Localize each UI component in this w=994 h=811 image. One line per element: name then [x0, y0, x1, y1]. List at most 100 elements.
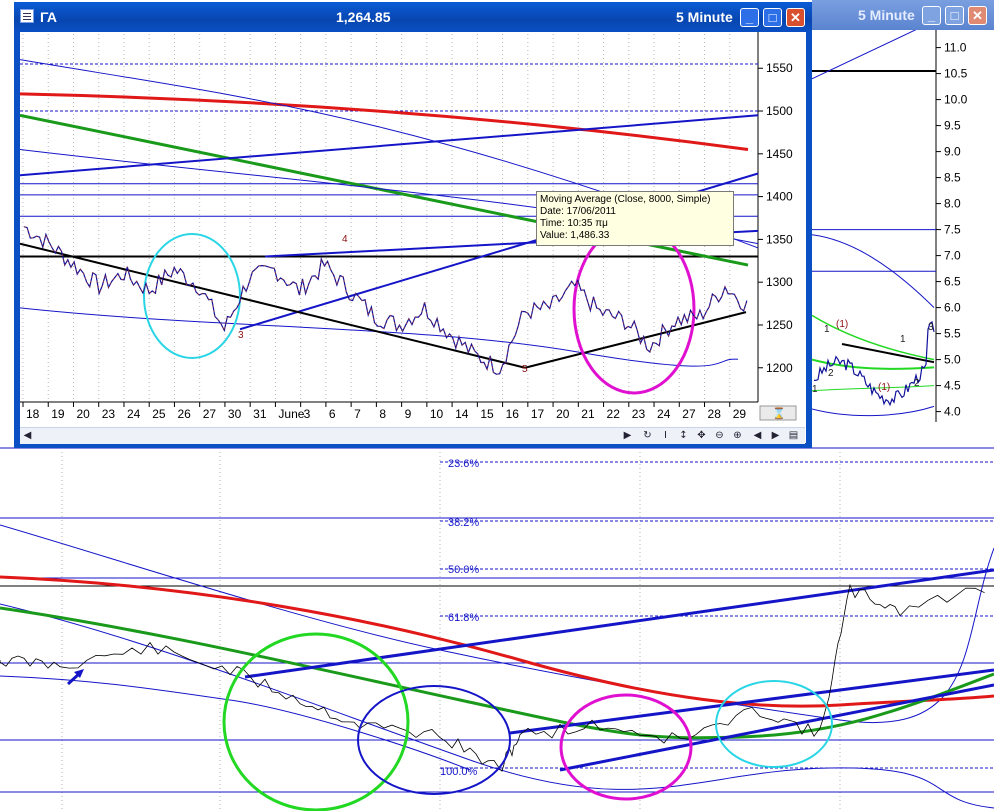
x-tick-label: 23	[102, 407, 116, 421]
chart-scrollbar[interactable]: ◀ ▶ ↻ I ↕ ✥ ⊖ ⊕ ◀ ▶ ▤	[20, 427, 805, 444]
hourglass-icon: ⌛	[772, 407, 786, 420]
fib-label-50-0: 50.0%	[448, 564, 479, 576]
y-tick-label: 1350	[766, 232, 793, 246]
side-wave-label: 1	[900, 334, 906, 345]
fib-label-23-6: 23.6%	[448, 458, 479, 470]
side-y-tick-label: 6.5	[944, 275, 961, 289]
side-wave-label: (1)	[836, 319, 848, 330]
x-tick-label: 10	[430, 407, 444, 421]
secondary-window-interval: 5 Minute	[858, 7, 915, 23]
red-moving-average	[20, 92, 749, 152]
cyan-ellipse	[143, 233, 241, 359]
x-tick-label: 24	[127, 407, 141, 421]
x-tick-label: 15	[480, 407, 494, 421]
secondary-chart-window[interactable]: 5 Minute _ □ ✕ 11.0 10.5 10.0 9.5 9.0 8.5 8.0 7…	[812, 0, 994, 430]
tooltip-line-date: Date: 17/06/2011	[540, 206, 616, 217]
side-wave-label: 2	[828, 368, 834, 379]
blue-trendline	[20, 114, 759, 177]
secondary-window-titlebar[interactable]: 5 Minute _ □ ✕	[812, 0, 994, 30]
x-tick-label: 26	[177, 407, 191, 421]
side-y-tick-label: 10.5	[944, 67, 968, 81]
x-tick-label: 21	[581, 407, 595, 421]
side-y-tick-label: 8.0	[944, 197, 961, 211]
secondary-chart-svg: 11.0 10.5 10.0 9.5 9.0 8.5 8.0 7.5 7.0 6.5 6.0 5.5 5…	[812, 30, 968, 422]
side-y-tick-label: 10.0	[944, 93, 968, 107]
x-tick-label: 19	[51, 407, 65, 421]
side-y-tick-label: 11.0	[944, 41, 967, 55]
move-vertical-icon[interactable]: ↕	[676, 429, 691, 442]
wave-label: 3	[238, 330, 244, 341]
x-tick-label: 27	[203, 407, 217, 421]
window-frame-right	[806, 32, 812, 448]
x-tick-label: 3	[304, 407, 311, 421]
wave-label: 5	[522, 364, 528, 375]
maximize-button[interactable]: □	[763, 8, 782, 27]
scroll-left-icon[interactable]: ◀	[20, 429, 35, 442]
x-tick-label: 28	[708, 407, 722, 421]
y-tick-label: 1250	[766, 318, 793, 332]
x-tick-label: 20	[556, 407, 570, 421]
x-tick-label: 14	[455, 407, 469, 421]
magenta-ellipse	[572, 223, 696, 395]
secondary-chart-lines	[812, 30, 935, 417]
tooltip-line-value: Value: 1,486.33	[540, 230, 610, 241]
close-button[interactable]: ✕	[786, 8, 805, 27]
side-wave-label: (1)	[878, 382, 890, 393]
tooltip-line-time: Time: 10:35 πμ	[540, 218, 608, 229]
side-green-line	[812, 314, 935, 361]
scroll-next-icon[interactable]: ▶	[768, 429, 783, 442]
side-black-trendline	[841, 343, 935, 364]
main-x-axis: 18 19 20 23 24 25 26 27 30 31 June 3 6 7 8 9 10 14 15 16 17 2…	[20, 401, 806, 427]
black-trendline	[20, 242, 526, 369]
scroll-prev-icon[interactable]: ◀	[750, 429, 765, 442]
tooltip-line-indicator: Moving Average (Close, 8000, Simple)	[540, 194, 711, 205]
minimize-button[interactable]: _	[740, 8, 759, 27]
side-wave-label: 1	[824, 324, 830, 335]
secondary-y-axis: 11.0 10.5 10.0 9.5 9.0 8.5 8.0 7.5 7.0 6.5 6.0 5.5 5…	[936, 41, 968, 419]
side-y-tick-label: 5.0	[944, 353, 961, 367]
symbol-name: ΓΑ	[40, 9, 58, 25]
side-y-tick-label: 8.5	[944, 171, 961, 185]
side-y-tick-label: 5.5	[944, 327, 961, 341]
chart-interval: 5 Minute	[676, 9, 733, 25]
y-tick-label: 1300	[766, 275, 793, 289]
x-tick-label: 16	[506, 407, 520, 421]
x-tick-label: 24	[657, 407, 671, 421]
x-tick-label: 9	[405, 407, 412, 421]
main-chart-window[interactable]: ΓΑ 1,264.85 5 Minute _ □ ✕ 1550 1500 1450 1…	[14, 2, 812, 448]
scroll-right-icon[interactable]: ▶	[620, 429, 635, 442]
list-icon[interactable]: ▤	[786, 429, 801, 442]
zoom-in-icon[interactable]: ⊕	[730, 429, 745, 442]
price-candles	[23, 226, 748, 375]
fib-label-100-0: 100.0%	[440, 766, 478, 778]
main-plot-area[interactable]: 1550 1500 1450 1400 1350 1300 1250 1200 18 19 20 2…	[20, 32, 806, 427]
refresh-icon[interactable]: ↻	[640, 429, 655, 442]
secondary-minimize-button[interactable]: _	[922, 6, 941, 25]
x-tick-label: 27	[682, 407, 696, 421]
x-tick-label: 22	[607, 407, 621, 421]
secondary-wave-labels: 1 (1)12(1) 231	[812, 319, 934, 395]
side-y-tick-label: 4.0	[944, 405, 961, 419]
cursor-icon[interactable]: I	[658, 429, 673, 442]
x-tick-label: 18	[26, 407, 40, 421]
x-tick-label: 20	[76, 407, 90, 421]
x-tick-label: 8	[379, 407, 386, 421]
secondary-maximize-button[interactable]: □	[945, 6, 964, 25]
main-y-axis: 1550 1500 1450 1400 1350 1300 1250 1200	[758, 61, 793, 375]
secondary-close-button[interactable]: ✕	[968, 6, 987, 25]
side-band-line	[812, 405, 935, 417]
secondary-plot-area[interactable]: 11.0 10.5 10.0 9.5 9.0 8.5 8.0 7.5 7.0 6.5 6.0 5.5 5…	[812, 30, 994, 430]
main-window-titlebar[interactable]: ΓΑ 1,264.85 5 Minute _ □ ✕	[14, 2, 812, 32]
price-line	[23, 226, 748, 375]
pan-icon[interactable]: ✥	[694, 429, 709, 442]
blue-band-line	[20, 307, 739, 367]
zoom-out-icon[interactable]: ⊖	[712, 429, 727, 442]
y-tick-label: 1450	[766, 147, 793, 161]
fib-label-61-8: 61.8%	[448, 612, 479, 624]
side-y-tick-label: 7.5	[944, 223, 961, 237]
wave-label: 4	[342, 234, 348, 245]
x-tick-label: 7	[354, 407, 361, 421]
side-wave-label: 3	[928, 322, 934, 333]
side-y-tick-label: 9.0	[944, 145, 961, 159]
last-price: 1,264.85	[336, 9, 391, 25]
